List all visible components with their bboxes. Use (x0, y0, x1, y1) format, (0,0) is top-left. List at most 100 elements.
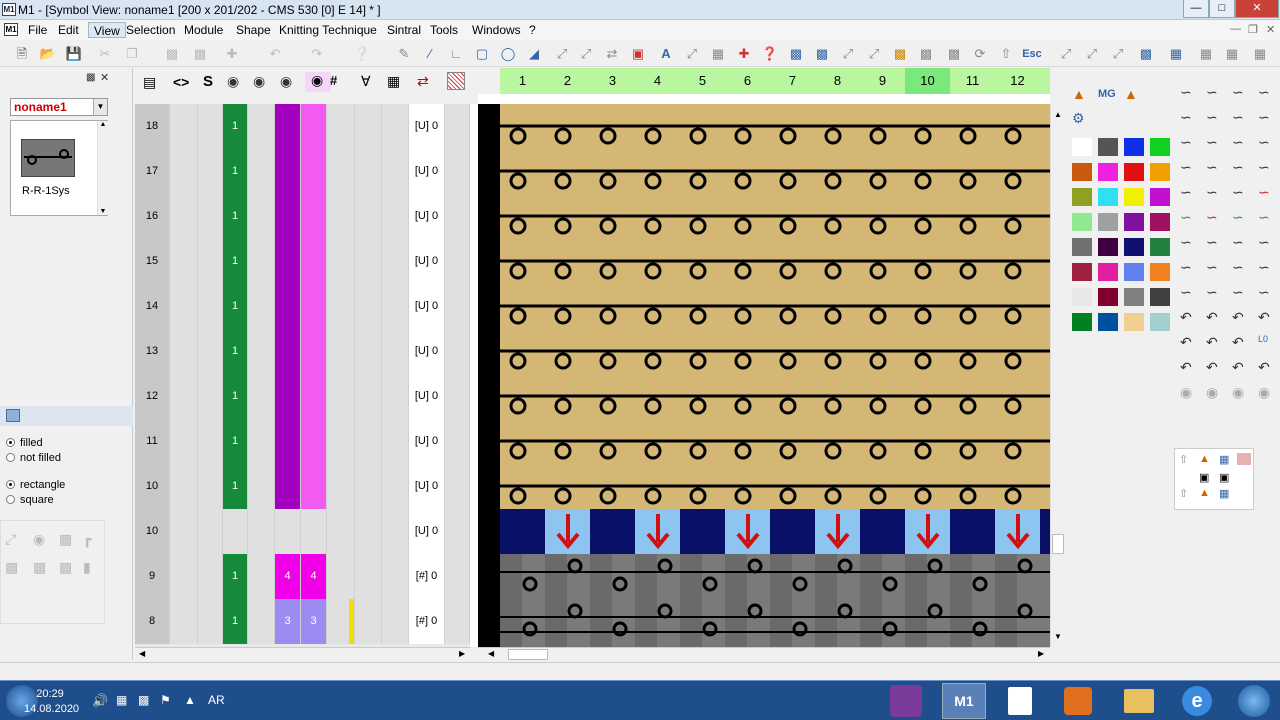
polyline-icon[interactable]: ∟ (446, 44, 466, 64)
grid-cell[interactable] (382, 419, 409, 464)
system-cell[interactable] (223, 509, 248, 554)
color-swatch[interactable] (1098, 313, 1118, 331)
row-sys-cell[interactable]: [U] 0 (409, 329, 445, 374)
rectangle-tool-icon[interactable] (6, 409, 20, 422)
grid-cell[interactable] (170, 374, 198, 419)
grid-cell[interactable] (382, 104, 409, 149)
grid-cell[interactable] (198, 599, 223, 644)
system-cell[interactable]: 1 (223, 374, 248, 419)
row-sys-cell[interactable]: [U] 0 (409, 374, 445, 419)
tool-grid2-icon[interactable]: ▦ (1219, 487, 1229, 500)
stitch-symbol-icon[interactable]: ∽ (1232, 209, 1244, 226)
column-header-cell[interactable]: 11 (950, 68, 995, 94)
row-sys-cell[interactable]: [U] 0 (409, 104, 445, 149)
row-number[interactable]: 18 (135, 104, 170, 149)
zoom-icon[interactable]: ▩ (944, 44, 964, 64)
grid-cell[interactable] (382, 149, 409, 194)
grid-cell[interactable] (170, 329, 198, 374)
paste-special-icon[interactable]: ▩ (190, 44, 210, 64)
color-swatch[interactable] (1150, 163, 1170, 181)
tray-flag-icon[interactable]: ⚑ (160, 693, 171, 707)
color-swatch[interactable] (1124, 213, 1144, 231)
table-row[interactable]: 8 1 3 3 [#] 0 (135, 599, 470, 644)
yarn-cell-a[interactable] (275, 419, 301, 464)
yarn-color-icon[interactable]: ▲ (1124, 86, 1138, 102)
column-header-cell[interactable]: 9 (860, 68, 905, 94)
fill-icon[interactable]: ◢ (524, 44, 544, 64)
tool-b-icon[interactable]: ⤢ (1082, 44, 1102, 64)
frame-icon[interactable]: ▣ (628, 44, 648, 64)
yarn-carrier-icon[interactable]: ◉ (227, 73, 239, 90)
grid-cell[interactable] (445, 554, 470, 599)
stitch-symbol-icon[interactable]: ∽ (1180, 209, 1192, 226)
grid-cell[interactable] (327, 104, 355, 149)
stitch-symbol-icon[interactable]: ↶ (1258, 359, 1270, 376)
stitch-symbol-icon[interactable]: ∽ (1258, 259, 1270, 276)
grid-cell[interactable] (248, 374, 275, 419)
row-sys-cell[interactable]: [U] 0 (409, 419, 445, 464)
stitch-symbol-icon[interactable]: ∽ (1232, 159, 1244, 176)
yarn-cell-b[interactable] (301, 194, 327, 239)
scroll-down-icon[interactable]: ▼ (98, 208, 108, 215)
stitch-symbol-icon[interactable]: ∽ (1232, 234, 1244, 251)
grid-cell[interactable] (445, 599, 470, 644)
yarn-cell-b[interactable] (301, 509, 327, 554)
color-swatch[interactable] (1098, 288, 1118, 306)
column-header-cell[interactable]: 10 (905, 68, 950, 94)
stitch-symbol-icon[interactable]: ∽ (1258, 159, 1270, 176)
grid-cell[interactable] (198, 464, 223, 509)
cut-icon[interactable]: ✂ (95, 44, 115, 64)
grid-cell[interactable] (355, 464, 382, 509)
pattern-icon[interactable] (447, 72, 465, 90)
table-row[interactable]: 12 1 [U] 0 (135, 374, 470, 419)
menu-edit[interactable]: Edit (53, 22, 84, 38)
stitch-symbol-icon[interactable]: ↶ (1180, 334, 1192, 351)
corner-icon[interactable]: ┏ (83, 531, 91, 548)
grid-cell[interactable] (445, 374, 470, 419)
system-cell[interactable]: 1 (223, 554, 248, 599)
color-swatch[interactable] (1150, 313, 1170, 331)
language-indicator[interactable]: AR (208, 693, 225, 707)
color-swatch[interactable] (1072, 138, 1092, 156)
symbol-list-scrollbar[interactable]: ▲ ▼ (97, 121, 108, 215)
tool-box2-icon[interactable]: ▣ (1219, 471, 1229, 484)
grid-cell[interactable] (198, 419, 223, 464)
yarn-cell-b[interactable] (301, 374, 327, 419)
color-swatch[interactable] (1124, 238, 1144, 256)
tool-g-icon[interactable]: ▦ (1222, 44, 1242, 64)
grid-cell[interactable] (170, 104, 198, 149)
tool-arrow-icon[interactable]: ⇧ (1179, 453, 1188, 466)
radio-filled[interactable]: filled (6, 436, 126, 450)
expand-icon[interactable]: ⤢ (838, 44, 858, 64)
line-icon[interactable]: ∕ (420, 44, 440, 64)
undo-icon[interactable]: ↶ (265, 44, 285, 64)
row-number[interactable]: 15 (135, 239, 170, 284)
stitch-symbol-icon[interactable]: ↶ (1180, 359, 1192, 376)
grid-cell[interactable] (327, 374, 355, 419)
grid-cell[interactable] (382, 599, 409, 644)
stitch-symbol-icon[interactable]: ∽ (1180, 84, 1192, 101)
layer-move-icon[interactable]: ▩ (59, 559, 72, 576)
yarn-cell-a[interactable]: 4 (275, 554, 301, 599)
row-number[interactable]: 8 (135, 599, 170, 644)
grid-cell[interactable] (170, 419, 198, 464)
escape-icon[interactable]: Esc (1022, 44, 1042, 64)
pattern-hscrollbar[interactable]: ◀ ▶ (478, 647, 1050, 661)
menu-knitting-technique[interactable]: Knitting Technique (274, 22, 382, 38)
grid-cell[interactable] (382, 194, 409, 239)
stitch-symbol-icon[interactable]: ↶ (1232, 309, 1244, 326)
grid-cell[interactable] (445, 104, 470, 149)
ellipse-icon[interactable]: ◯ (498, 44, 518, 64)
color-swatch[interactable] (1124, 313, 1144, 331)
stitch-symbol-icon[interactable]: ◉ (1206, 384, 1218, 401)
yarn-cell-b[interactable] (301, 239, 327, 284)
move-icon[interactable]: ⤢ (552, 44, 572, 64)
stitch-tool-icon[interactable]: ▩ (59, 531, 72, 548)
color-swatch[interactable] (1150, 263, 1170, 281)
yarn-cell-a[interactable] (275, 104, 301, 149)
column-header-cell[interactable]: 2 (545, 68, 590, 94)
network-icon[interactable]: ▦ (116, 693, 127, 707)
column-header-cell[interactable]: 6 (725, 68, 770, 94)
column-header-cell[interactable]: 1 (500, 68, 545, 94)
grid-cell[interactable] (248, 104, 275, 149)
